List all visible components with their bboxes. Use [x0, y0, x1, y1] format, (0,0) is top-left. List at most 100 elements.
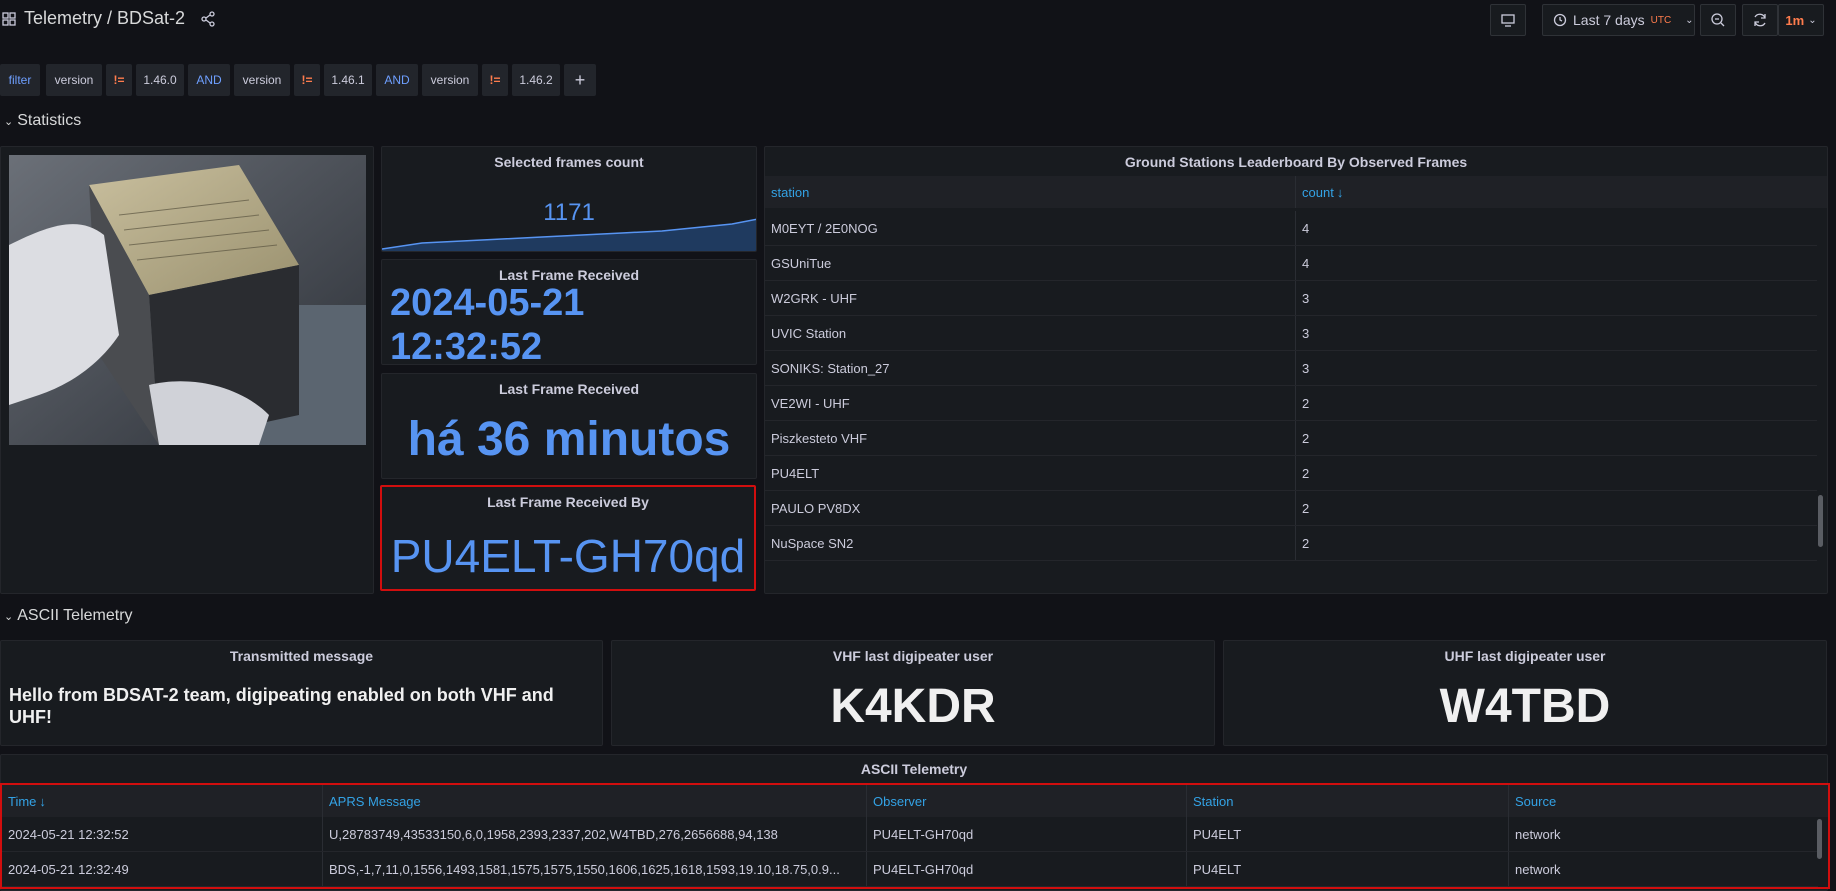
table-row[interactable]: M0EYT / 2E0NOG 4: [765, 211, 1817, 246]
filter-label: filter: [0, 64, 40, 96]
filter-key-2[interactable]: version: [234, 64, 290, 96]
last-frame-title: Last Frame Received: [498, 267, 640, 283]
cell-station: VE2WI - UHF: [771, 395, 850, 411]
ascii-table: Time ↓ APRS Message Observer Station Sour…: [0, 783, 1830, 889]
apps-icon[interactable]: [2, 12, 16, 26]
cell-station: PU4ELT: [1186, 817, 1508, 851]
last-frame-relative-panel: Last Frame Received há 36 minutos: [381, 373, 757, 479]
last-frame-relative-value: há 36 minutos: [407, 413, 731, 466]
satellite-image: [9, 155, 366, 445]
zoom-out-icon: [1711, 13, 1725, 27]
ascii-table-title: ASCII Telemetry: [860, 761, 968, 777]
cell-count: 2: [1295, 491, 1815, 525]
table-row[interactable]: W2GRK - UHF 3: [765, 281, 1817, 316]
chevron-down-icon: ⌄: [1808, 14, 1817, 26]
cell-station: PAULO PV8DX: [771, 500, 861, 516]
share-icon[interactable]: [200, 11, 216, 27]
breadcrumb[interactable]: Telemetry / BDSat-2: [24, 8, 185, 29]
cell-count: 3: [1295, 351, 1815, 385]
refresh-icon: [1754, 13, 1766, 27]
filter-op-3[interactable]: !=: [482, 64, 508, 96]
last-frame-relative-title: Last Frame Received: [498, 381, 640, 397]
cell-station: Piszkesteto VHF: [771, 430, 868, 446]
table-row[interactable]: VE2WI - UHF 2: [765, 386, 1817, 421]
table-row[interactable]: GSUniTue 4: [765, 246, 1817, 281]
cell-observer: PU4ELT-GH70qd: [866, 817, 1186, 851]
filter-op-2[interactable]: !=: [294, 64, 320, 96]
vhf-digi-panel: VHF last digipeater user K4KDR: [611, 640, 1215, 746]
scrollbar[interactable]: [1818, 495, 1823, 547]
refresh-interval-label: 1m: [1785, 12, 1805, 28]
timezone-label: UTC: [1650, 14, 1672, 26]
last-frame-by-panel: Last Frame Received By PU4ELT-GH70qd: [380, 485, 756, 591]
satellite-image-panel: [0, 146, 374, 594]
monitor-icon: [1501, 14, 1515, 27]
filter-value-3[interactable]: 1.46.2: [512, 64, 560, 96]
last-frame-by-value: PU4ELT-GH70qd: [390, 530, 746, 582]
table-row[interactable]: Piszkesteto VHF 2: [765, 421, 1817, 456]
refresh-interval-picker[interactable]: 1m ⌄: [1778, 4, 1824, 36]
leaderboard-panel: Ground Stations Leaderboard By Observed …: [764, 146, 1828, 594]
zoom-out-button[interactable]: [1700, 4, 1736, 36]
sort-arrow-icon: ↓: [1336, 184, 1344, 200]
col-observer[interactable]: Observer: [866, 785, 1186, 817]
col-station[interactable]: station: [765, 176, 1295, 208]
transmitted-message-panel: Transmitted message Hello from BDSAT-2 t…: [0, 640, 603, 746]
filter-value-1[interactable]: 1.46.0: [136, 64, 184, 96]
last-frame-time: 12:32:52: [390, 326, 543, 368]
filter-and-2: AND: [376, 64, 418, 96]
time-range-picker[interactable]: Last 7 days UTC ⌄: [1542, 4, 1695, 36]
section-ascii[interactable]: ⌄ ASCII Telemetry: [4, 607, 133, 625]
table-row[interactable]: 2024-05-21 12:32:49 BDS,-1,7,11,0,1556,14…: [2, 852, 1818, 887]
last-frame-date: 2024-05-21: [390, 282, 585, 324]
col-aprs-message[interactable]: APRS Message: [322, 785, 866, 817]
cell-station: PU4ELT: [771, 465, 820, 481]
filter-value-2[interactable]: 1.46.1: [324, 64, 372, 96]
cell-count: 2: [1295, 386, 1815, 420]
scrollbar[interactable]: [1817, 819, 1822, 859]
col-count[interactable]: count ↓: [1295, 176, 1825, 208]
filter-and-1: AND: [188, 64, 230, 96]
cell-station: SONIKS: Station_27: [771, 360, 890, 376]
cell-observer: PU4ELT-GH70qd: [866, 852, 1186, 886]
filter-op-1[interactable]: !=: [106, 64, 132, 96]
vhf-digi-value: K4KDR: [830, 680, 996, 733]
chevron-down-icon: ⌄: [4, 115, 14, 128]
cell-count: 3: [1295, 281, 1815, 315]
ascii-table-header: Time ↓ APRS Message Observer Station Sour…: [2, 785, 1828, 817]
col-station-label: station: [771, 184, 810, 200]
cell-source: network: [1508, 852, 1818, 886]
col-time[interactable]: Time ↓: [2, 785, 322, 817]
cell-count: 4: [1295, 246, 1815, 280]
vhf-digi-title: VHF last digipeater user: [832, 648, 994, 664]
uhf-digi-panel: UHF last digipeater user W4TBD: [1223, 640, 1827, 746]
leaderboard-title: Ground Stations Leaderboard By Observed …: [1124, 154, 1468, 170]
table-row[interactable]: 2024-05-21 12:32:52 U,28783749,43533150,6…: [2, 817, 1818, 852]
cell-time: 2024-05-21 12:32:49: [8, 861, 129, 877]
time-range-label: Last 7 days: [1573, 12, 1645, 28]
add-filter-button[interactable]: +: [564, 64, 596, 96]
section-statistics[interactable]: ⌄ Statistics: [4, 112, 81, 130]
table-row[interactable]: NuSpace SN2 2: [765, 526, 1817, 561]
col-time-label: Time: [8, 793, 37, 809]
cell-count: 2: [1295, 456, 1815, 490]
table-row[interactable]: PAULO PV8DX 2: [765, 491, 1817, 526]
frames-count-panel: Selected frames count 1171: [381, 146, 757, 252]
last-frame-by-title: Last Frame Received By: [487, 494, 649, 510]
filter-key-3[interactable]: version: [422, 64, 478, 96]
refresh-button[interactable]: [1742, 4, 1778, 36]
cell-count: 3: [1295, 316, 1815, 350]
cell-station: PU4ELT: [1186, 852, 1508, 886]
tv-mode-button[interactable]: [1490, 4, 1526, 36]
transmitted-message-title: Transmitted message: [229, 648, 374, 664]
col-source[interactable]: Source: [1508, 785, 1828, 817]
filter-key-1[interactable]: version: [46, 64, 102, 96]
last-frame-panel: Last Frame Received 2024-05-21 12:32:52: [381, 259, 757, 368]
cell-aprs-message: U,28783749,43533150,6,0,1958,2393,2337,2…: [322, 817, 866, 851]
cell-count: 2: [1295, 421, 1815, 455]
table-row[interactable]: SONIKS: Station_27 3: [765, 351, 1817, 386]
col-station[interactable]: Station: [1186, 785, 1508, 817]
chevron-down-icon: ⌄: [4, 610, 14, 623]
table-row[interactable]: PU4ELT 2: [765, 456, 1817, 491]
table-row[interactable]: UVIC Station 3: [765, 316, 1817, 351]
